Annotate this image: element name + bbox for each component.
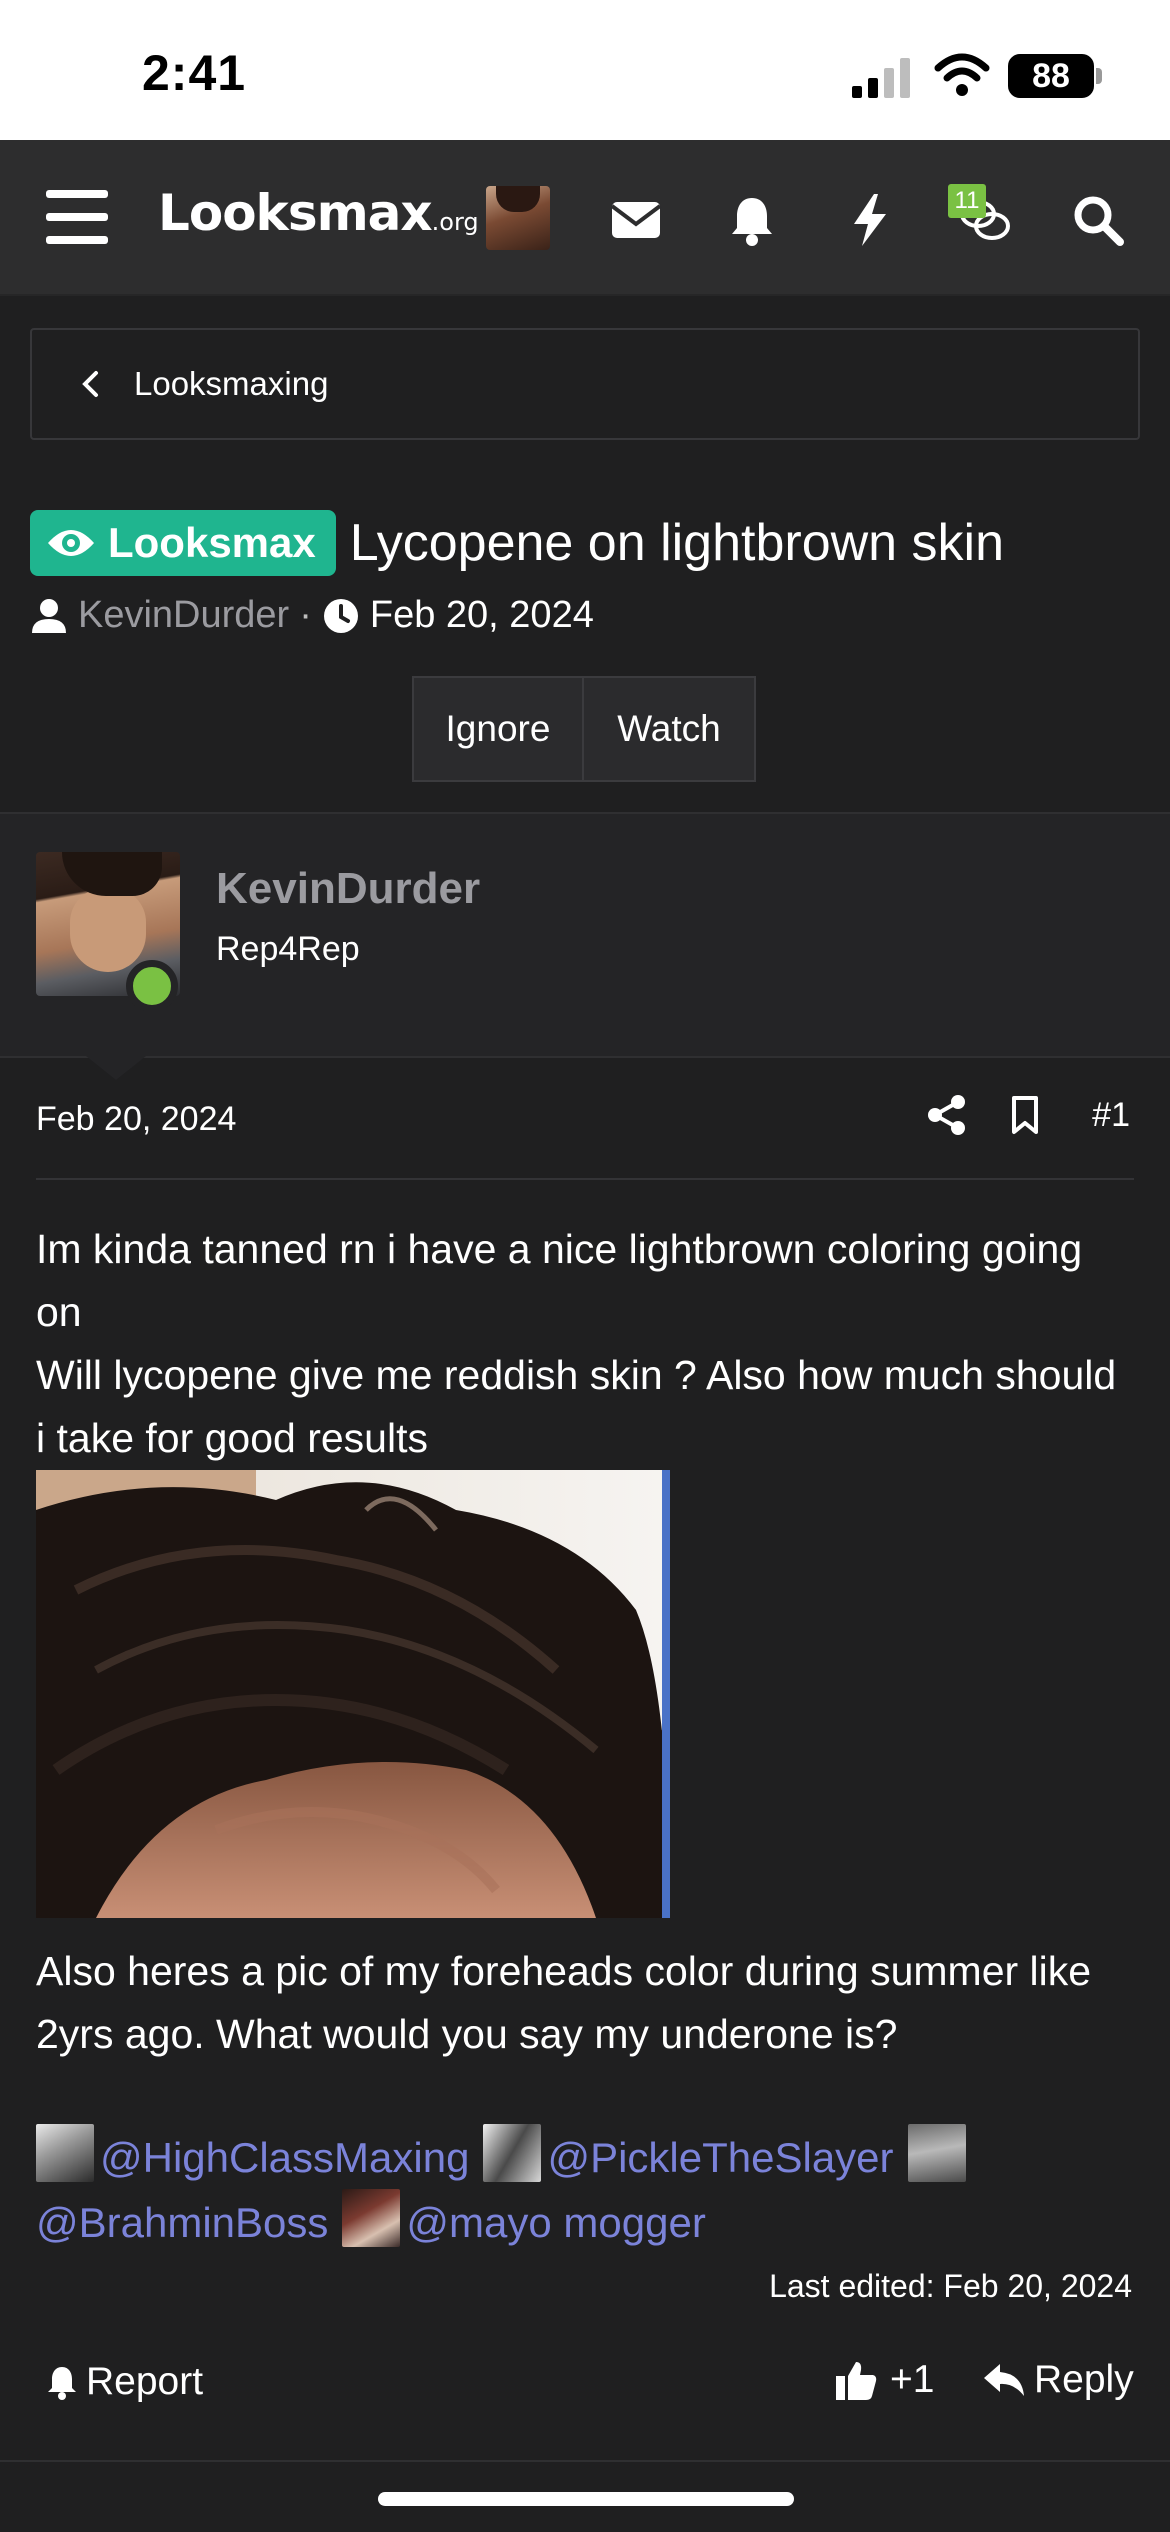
site-logo[interactable]: Looksmax.org	[158, 184, 479, 242]
status-time: 2:41	[142, 45, 247, 101]
post-date[interactable]: Feb 20, 2024	[36, 1100, 236, 1139]
post-body-text-2: Also heres a pic of my foreheads color d…	[36, 1948, 1092, 2057]
mention-link[interactable]: @BrahminBoss	[36, 2199, 328, 2246]
post-user-block: KevinDurder Rep4Rep	[0, 812, 1170, 1058]
like-count: +1	[890, 2358, 935, 2401]
mention-link[interactable]: @mayo mogger	[406, 2199, 705, 2246]
thread-meta: KevinDurder · Feb 20, 2024	[30, 594, 594, 637]
footer-divider	[0, 2460, 1170, 2462]
status-bar: 2:41 88	[0, 0, 1170, 140]
reply-button[interactable]: Reply	[982, 2358, 1134, 2402]
chevron-left-icon	[82, 371, 98, 397]
battery-indicator: 88	[1008, 54, 1094, 98]
like-button[interactable]: +1	[834, 2358, 934, 2402]
conversations-badge: 11	[948, 184, 986, 218]
thread-date[interactable]: Feb 20, 2024	[370, 594, 594, 637]
thread-title-row: Looksmax Lycopene on lightbrown skin	[30, 510, 1150, 576]
menu-icon[interactable]	[46, 190, 108, 244]
mentions-list: @HighClassMaxing @PickleTheSlayer @Brahmi…	[36, 2124, 1136, 2254]
watch-button[interactable]: Watch	[584, 678, 754, 780]
user-icon	[32, 598, 66, 633]
bookmark-icon[interactable]	[1004, 1094, 1046, 1136]
breadcrumb[interactable]: Looksmaxing	[30, 328, 1140, 440]
post-attached-image[interactable]	[36, 1470, 670, 1918]
share-icon[interactable]	[926, 1094, 968, 1136]
mention-avatar[interactable]	[342, 2189, 401, 2247]
home-indicator[interactable]	[378, 2492, 794, 2506]
eye-icon	[48, 530, 94, 556]
mention-avatar[interactable]	[907, 2124, 966, 2182]
battery-tip	[1096, 68, 1102, 84]
poster-user-title: Rep4Rep	[216, 930, 360, 968]
logo-suffix: .org	[431, 208, 479, 236]
post-text-line-1: Im kinda tanned rn i have a nice lightbr…	[36, 1226, 1083, 1335]
prefix-label: Looksmax	[108, 519, 316, 566]
poster-username[interactable]: KevinDurder	[216, 864, 480, 914]
top-navigation: Looksmax.org	[0, 140, 1170, 296]
post-number[interactable]: #1	[1092, 1096, 1130, 1135]
mention-avatar[interactable]	[36, 2124, 94, 2182]
report-button[interactable]: Report	[44, 2360, 203, 2404]
clock-icon	[323, 598, 358, 633]
cellular-signal-icon	[852, 58, 910, 98]
bell-icon[interactable]	[724, 192, 780, 248]
mention-avatar[interactable]	[483, 2124, 542, 2182]
online-status-indicator	[126, 960, 178, 1012]
mail-icon[interactable]	[608, 192, 664, 248]
wifi-icon	[934, 53, 990, 96]
post-footer-actions: Report +1 Reply	[0, 2338, 1170, 2434]
thread-author[interactable]: KevinDurder	[78, 594, 289, 637]
post-text-line-2: Will lycopene give me reddish skin ? Als…	[36, 1352, 1117, 1461]
mention-link[interactable]: @HighClassMaxing	[100, 2134, 469, 2181]
thumbs-up-icon	[836, 2362, 877, 2400]
breadcrumb-label: Looksmaxing	[134, 365, 329, 402]
post-divider	[36, 1178, 1134, 1180]
thread-action-buttons: Ignore Watch	[412, 676, 756, 782]
thread-title: Lycopene on lightbrown skin	[349, 514, 1005, 572]
thread-prefix-badge[interactable]: Looksmax	[30, 510, 336, 576]
bell-icon	[48, 2367, 76, 2400]
logo-text: Looksmax	[158, 184, 433, 242]
mention-link[interactable]: @PickleTheSlayer	[547, 2134, 893, 2181]
reply-icon	[984, 2364, 1024, 2396]
reply-label: Reply	[1034, 2358, 1134, 2401]
post-body-text: Im kinda tanned rn i have a nice lightbr…	[36, 1218, 1136, 1470]
last-edited-note: Last edited: Feb 20, 2024	[769, 2268, 1132, 2304]
report-label: Report	[86, 2360, 204, 2403]
search-icon[interactable]	[1070, 192, 1126, 248]
post-header-actions: #1	[890, 1094, 1130, 1136]
message-pointer	[86, 1056, 146, 1080]
account-avatar[interactable]	[486, 186, 550, 250]
ignore-button[interactable]: Ignore	[414, 678, 584, 780]
meta-separator: ·	[299, 594, 312, 636]
bolt-icon[interactable]	[842, 192, 898, 248]
